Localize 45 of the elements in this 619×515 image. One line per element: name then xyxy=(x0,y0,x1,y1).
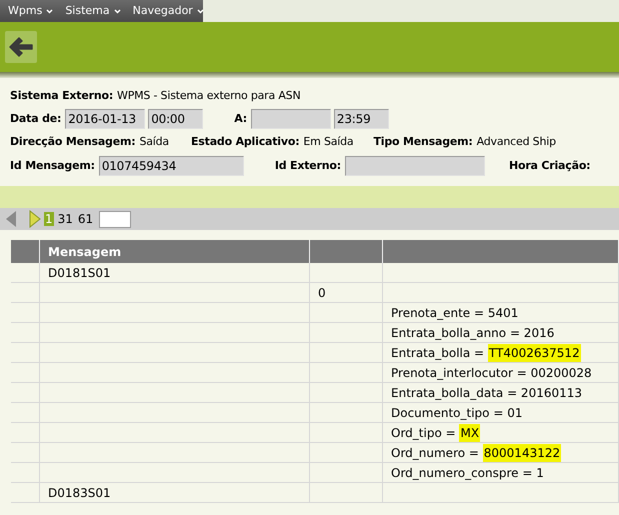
next-icon[interactable] xyxy=(29,210,41,228)
menu-item[interactable]: Sistema xyxy=(65,2,121,20)
field-value: WPMS - Sistema externo para ASN xyxy=(117,88,300,104)
field-label: Hora Criação: xyxy=(508,158,590,174)
menu-item[interactable]: Navegador xyxy=(132,2,204,20)
table-cell: 0 xyxy=(310,283,383,302)
field-value: Advanced Ship xyxy=(476,134,556,150)
field-label: Id Externo: xyxy=(274,158,341,174)
chevron-down-icon xyxy=(114,8,121,14)
field-label: Id Mensagem: xyxy=(10,158,95,174)
menu-item[interactable]: Wpms xyxy=(8,2,54,20)
table-cell: D0183S01 xyxy=(40,483,310,502)
input-field[interactable] xyxy=(250,109,331,129)
table-cell: Prenota_ente = 5401 xyxy=(383,303,619,322)
table-cell: Documento_tipo = 01 xyxy=(383,403,619,422)
table-cell: Entrata_bolla = TT4002637512 xyxy=(383,343,619,362)
table-cell: Prenota_interlocutor = 00200028 xyxy=(383,363,619,382)
page-link[interactable]: 31 xyxy=(56,212,74,226)
table-cell: D0181S01 xyxy=(40,263,310,282)
chevron-down-icon xyxy=(196,8,204,14)
field-label: Sistema Externo: xyxy=(10,88,114,104)
column-header: Mensagem xyxy=(40,240,310,263)
table-cell: Ord_numero = 8000143122 xyxy=(383,443,619,462)
table-cell: Entrata_bolla_anno = 2016 xyxy=(383,323,619,342)
table-cell: Entrata_bolla_data = 20160113 xyxy=(383,383,619,402)
field-label: Data de: xyxy=(10,110,62,127)
page-link[interactable]: 61 xyxy=(76,212,94,226)
previous-icon[interactable] xyxy=(5,210,17,228)
field-label: Estado Aplicativo: xyxy=(190,134,300,150)
input-field[interactable]: 23:59 xyxy=(334,109,389,129)
field-value: Em Saída xyxy=(303,134,354,150)
field-value: Saída xyxy=(139,134,169,150)
input-field[interactable]: 0107459434 xyxy=(98,156,244,176)
input-field[interactable] xyxy=(344,156,485,176)
field-label: Direcção Mensagem: xyxy=(10,134,136,150)
input-field[interactable]: 00:00 xyxy=(148,109,204,129)
input-field[interactable]: 2016-01-13 xyxy=(65,109,146,129)
back-button[interactable] xyxy=(5,31,37,63)
field-label: A: xyxy=(234,110,247,127)
field-label: Tipo Mensagem: xyxy=(373,134,473,150)
table-cell: Ord_numero_conspre = 1 xyxy=(383,463,619,482)
back-arrow-icon xyxy=(8,36,34,58)
table-cell: Ord_tipo = MX xyxy=(383,423,619,442)
chevron-down-icon xyxy=(46,8,54,14)
page-input[interactable] xyxy=(99,210,132,228)
